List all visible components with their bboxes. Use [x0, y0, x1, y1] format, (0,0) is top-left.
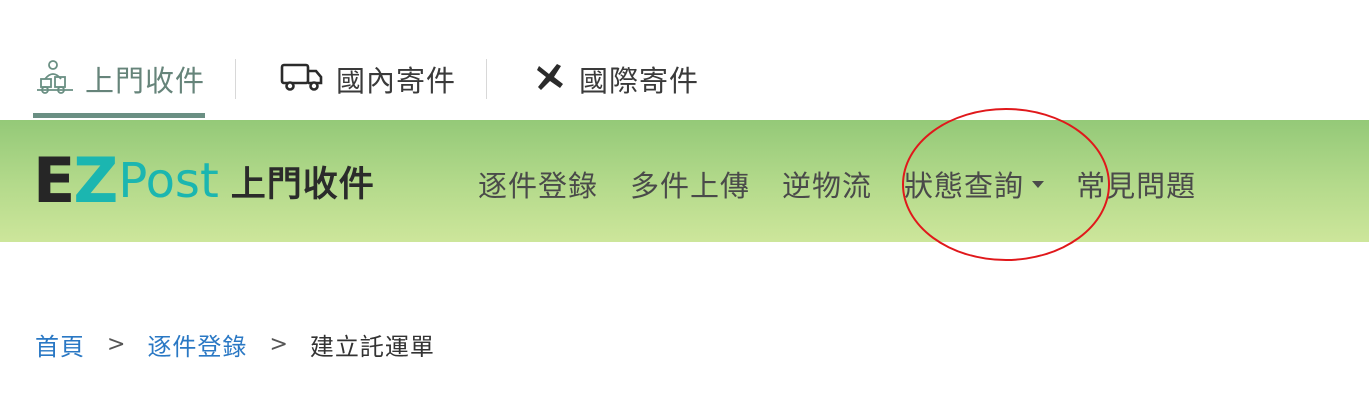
breadcrumb-section[interactable]: 逐件登錄: [147, 327, 247, 362]
logo-letter-z: Z: [73, 144, 118, 217]
courier-person-icon: [33, 59, 73, 99]
logo-post: Post: [118, 153, 219, 209]
caret-down-icon: [1032, 180, 1045, 188]
logo-subtitle: 上門收件: [230, 164, 375, 205]
nav-item-bulk-upload[interactable]: 多件上傳: [630, 163, 750, 205]
truck-icon: [280, 62, 324, 96]
nav-item-status-query-label: 狀態查詢: [904, 169, 1025, 203]
breadcrumb-separator: >: [269, 331, 288, 357]
tab-domestic[interactable]: 國內寄件: [236, 52, 486, 106]
active-tab-indicator: [33, 113, 206, 118]
main-nav: 逐件登錄 多件上傳 逆物流 狀態查詢 常見問題: [478, 162, 1196, 206]
tab-international-label: 國際寄件: [579, 64, 700, 98]
page: 上門收件 國內寄件 國際寄件 E Z Post 上門收件 逐件登錄 多件上傳 逆…: [0, 0, 1369, 408]
service-tabs: 上門收件 國內寄件 國際寄件: [33, 52, 699, 118]
nav-item-status-query[interactable]: 狀態查詢: [904, 163, 1045, 205]
tab-international[interactable]: 國際寄件: [487, 52, 699, 106]
nav-item-single-entry[interactable]: 逐件登錄: [478, 163, 598, 205]
breadcrumb-current: 建立託運單: [309, 332, 435, 361]
tab-pickup-label: 上門收件: [85, 64, 206, 98]
breadcrumb: 首頁 > 逐件登錄 > 建立託運單: [35, 327, 435, 362]
tab-pickup[interactable]: 上門收件: [33, 52, 235, 118]
logo-letter-e: E: [33, 144, 75, 217]
ezpost-logo[interactable]: E Z Post 上門收件: [33, 144, 375, 217]
tab-domestic-label: 國內寄件: [336, 64, 457, 98]
breadcrumb-home[interactable]: 首頁: [35, 327, 85, 362]
airplane-icon: [535, 62, 567, 96]
nav-item-faq[interactable]: 常見問題: [1076, 163, 1196, 205]
breadcrumb-separator: >: [107, 331, 126, 357]
nav-item-reverse-logistics[interactable]: 逆物流: [782, 163, 872, 205]
